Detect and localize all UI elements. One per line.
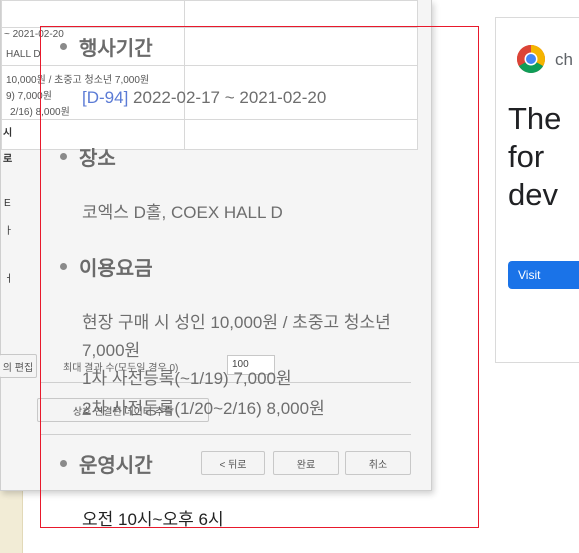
chrome-logo-icon bbox=[517, 45, 545, 73]
ad-brand-text: ch bbox=[555, 50, 573, 69]
hours-text: 오전 10시~오후 6시 bbox=[82, 510, 224, 529]
bullet-icon bbox=[60, 263, 67, 270]
side-char: ㅏ bbox=[4, 226, 14, 237]
table-cell-fee: 10,000원 / 초중고 청소년 7,000원 bbox=[6, 75, 150, 86]
place-text: 코엑스 D홀, COEX HALL D bbox=[82, 203, 283, 222]
hours-heading: 운영시간 bbox=[60, 449, 153, 478]
place-heading: 장소 bbox=[60, 142, 116, 171]
period-text: [D-94] 2022-02-17 ~ 2021-02-20 bbox=[82, 88, 326, 108]
cancel-button[interactable]: 취소 bbox=[345, 451, 411, 475]
ad-headline: The for dev bbox=[508, 101, 562, 212]
table-row bbox=[2, 65, 417, 66]
fee-heading: 이용요금 bbox=[60, 252, 153, 281]
side-char: 로 bbox=[3, 154, 13, 165]
hours-heading-label: 운영시간 bbox=[79, 455, 153, 477]
back-button[interactable]: < 뒤로 bbox=[201, 451, 265, 475]
fee-line-1: 현장 구매 시 성인 10,000원 / 초중고 청소년 bbox=[82, 313, 391, 332]
bullet-icon bbox=[60, 460, 67, 467]
table-row bbox=[2, 27, 417, 28]
period-heading: 행사기간 bbox=[60, 32, 153, 61]
bullet-icon bbox=[60, 153, 67, 160]
dialog-data-table: ~ 2021-02-20 HALL D 10,000원 / 초중고 청소년 7,… bbox=[1, 0, 418, 150]
side-char: E bbox=[4, 198, 11, 209]
fee-line-4: 2차 사전등록(1/20~2/16) 8,000원 bbox=[82, 399, 325, 418]
table-cell-pre1: 9) 7,000원 bbox=[6, 91, 52, 102]
side-char: ㅓ bbox=[4, 274, 14, 285]
table-cell-date: ~ 2021-02-20 bbox=[4, 29, 64, 40]
period-dates: 2022-02-17 ~ 2021-02-20 bbox=[133, 88, 327, 107]
dday-badge: [D-94] bbox=[82, 88, 129, 107]
chrome-ad-panel[interactable]: ch The for dev Visit bbox=[495, 17, 579, 363]
fee-heading-label: 이용요금 bbox=[79, 258, 153, 280]
table-col-divider bbox=[184, 1, 185, 149]
side-char: 시 bbox=[3, 128, 13, 139]
place-heading-label: 장소 bbox=[79, 148, 116, 170]
table-cell-hall: HALL D bbox=[6, 49, 41, 60]
done-button[interactable]: 완료 bbox=[273, 451, 339, 475]
table-cell-pre2: 2/16) 8,000원 bbox=[10, 107, 70, 118]
bullet-icon bbox=[60, 43, 67, 50]
fee-line-2: 7,000원 bbox=[82, 341, 141, 360]
fee-line-3: 1차 사전등록(~1/19) 7,000원 bbox=[82, 369, 292, 388]
period-heading-label: 행사기간 bbox=[79, 38, 153, 60]
divider bbox=[41, 434, 411, 435]
ad-visit-button[interactable]: Visit bbox=[508, 261, 579, 289]
edit-button[interactable]: 의 편집 bbox=[0, 354, 37, 378]
table-row bbox=[2, 119, 417, 120]
